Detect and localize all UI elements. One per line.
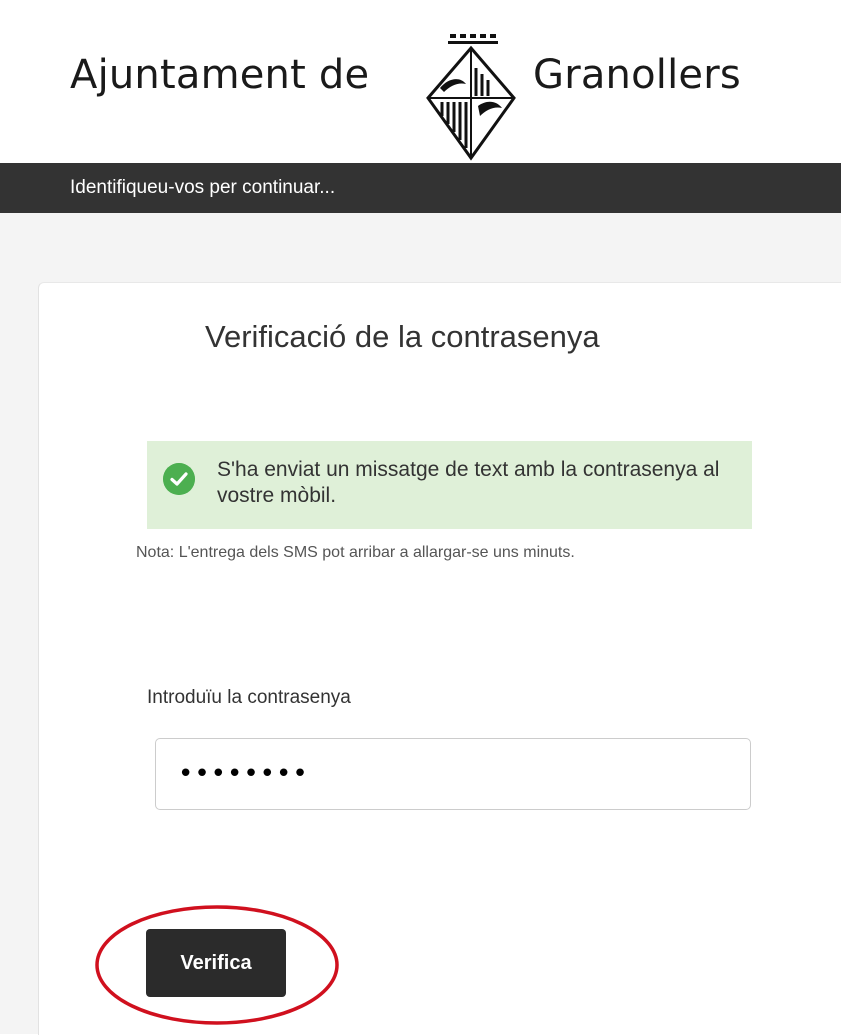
password-label: Introduïu la contrasenya (147, 687, 351, 708)
highlight-annotation-ellipse (95, 905, 339, 1025)
identification-bar: Identifiqueu-vos per continuar... (0, 163, 841, 213)
password-field[interactable] (155, 738, 751, 810)
top-strip (0, 0, 841, 24)
municipal-crest-icon (426, 34, 516, 161)
brand-name-right: Granollers (533, 52, 741, 98)
identification-message: Identifiqueu-vos per continuar... (70, 177, 336, 198)
alert-message: S'ha enviat un missatge de text amb la c… (217, 458, 720, 507)
sms-delay-note: Nota: L'entrega dels SMS pot arribar a a… (136, 544, 575, 561)
sms-sent-alert: S'ha enviat un missatge de text amb la c… (147, 441, 752, 529)
check-circle-icon (163, 463, 195, 495)
card-title: Verificació de la contrasenya (205, 319, 600, 354)
brand-name-left: Ajuntament de (70, 52, 370, 98)
